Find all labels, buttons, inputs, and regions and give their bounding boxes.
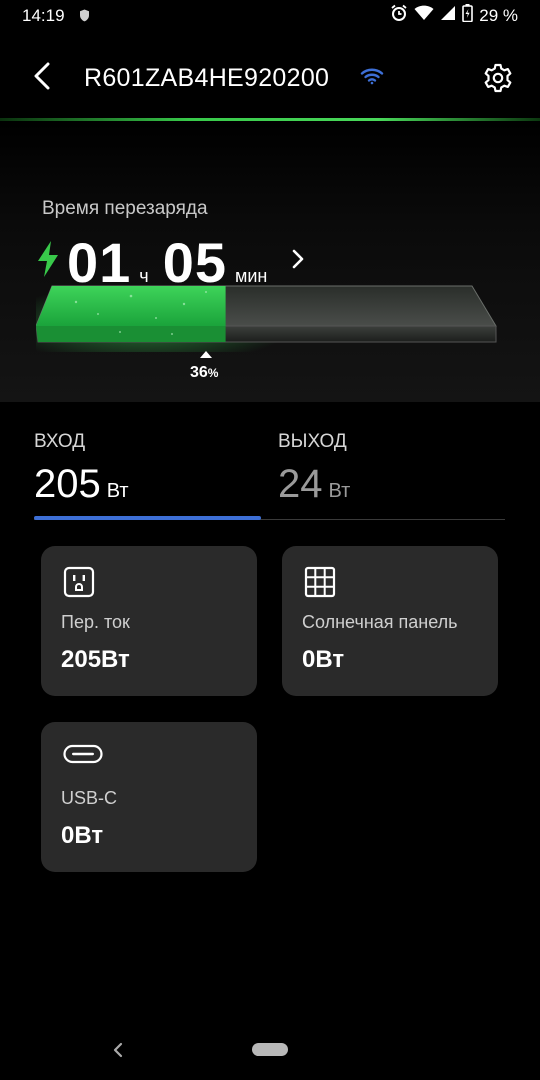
battery-icon: [462, 4, 474, 27]
card-label: Пер. ток: [61, 612, 130, 632]
card-solar-panel[interactable]: Солнечная панель 0Вт: [282, 546, 498, 696]
active-tab-indicator: [34, 516, 261, 520]
output-watts: 24: [278, 462, 323, 506]
lightning-icon: [36, 240, 60, 283]
usb-c-icon: [63, 742, 103, 771]
output-value: 24 Вт: [278, 462, 350, 507]
battery-percent: 29 %: [479, 5, 518, 25]
gear-icon: [482, 63, 514, 98]
card-ac-input[interactable]: Пер. ток 205Вт: [41, 546, 257, 696]
output-label: ВЫХОД: [278, 431, 347, 452]
recharge-label: Время перезаряда: [42, 198, 208, 219]
card-label: Солнечная панель: [302, 612, 458, 632]
percent-value: 36: [190, 364, 208, 381]
card-value: 0Вт: [302, 646, 345, 673]
signal-icon: [440, 5, 456, 26]
battery-level-bar: [36, 284, 497, 352]
input-value: 205 Вт: [34, 462, 129, 507]
nav-back-icon[interactable]: [112, 1041, 124, 1064]
settings-button[interactable]: [482, 62, 514, 94]
alarm-icon: [390, 4, 408, 27]
input-label: ВХОД: [34, 431, 86, 452]
ac-outlet-icon: [63, 566, 95, 603]
level-caret-icon: [200, 351, 212, 358]
back-button[interactable]: [28, 62, 56, 95]
input-watts: 205: [34, 462, 101, 506]
chevron-right-icon[interactable]: [290, 248, 306, 275]
output-unit: Вт: [328, 480, 351, 502]
input-unit: Вт: [106, 480, 129, 502]
status-bar: 14:19 29 %: [0, 0, 540, 30]
shield-icon: [79, 9, 90, 27]
percent-sign: %: [207, 366, 219, 380]
header-glow-divider: [0, 118, 540, 121]
arrow-left-icon: [33, 62, 51, 95]
device-title: R601ZAB4HE920200: [84, 64, 330, 92]
card-usb-c[interactable]: USB-C 0Вт: [41, 722, 257, 872]
nav-home-pill[interactable]: [252, 1043, 288, 1056]
app-header: R601ZAB4HE920200: [0, 50, 540, 106]
battery-percent-label: 36%: [190, 364, 218, 382]
card-value: 205Вт: [61, 646, 130, 673]
recharge-section[interactable]: Время перезаряда 01 ч 05 мин 36%: [0, 122, 540, 402]
solar-panel-icon: [304, 566, 336, 603]
wifi-status-icon: [414, 5, 434, 26]
status-time: 14:19: [22, 6, 65, 25]
wifi-icon: [360, 67, 384, 90]
card-value: 0Вт: [61, 822, 104, 849]
battery-fill: [36, 286, 226, 342]
card-label: USB-C: [61, 788, 118, 808]
